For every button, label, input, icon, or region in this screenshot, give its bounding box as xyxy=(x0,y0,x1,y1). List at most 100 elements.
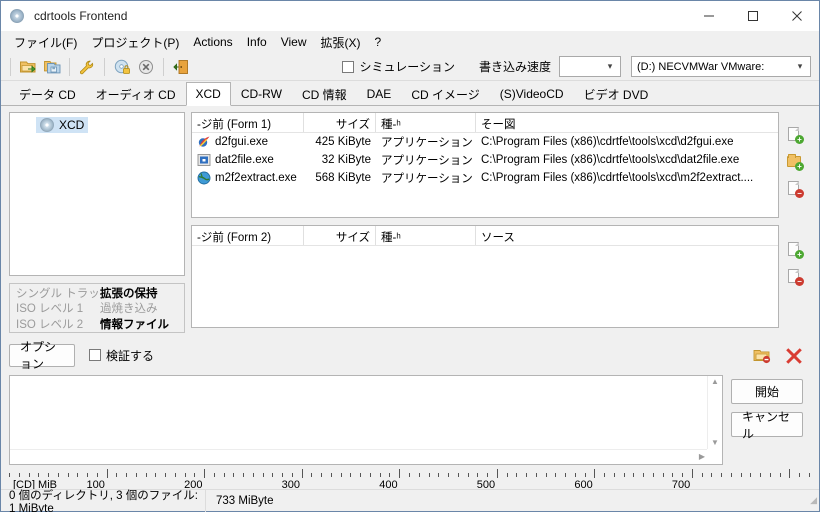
simulation-label: シミュレーション xyxy=(359,60,455,74)
tab-data-cd[interactable]: データ CD xyxy=(9,83,86,105)
resize-grip-icon[interactable]: ◢ xyxy=(810,495,817,506)
tab-audio-cd[interactable]: オーディオ CD xyxy=(86,83,186,105)
option-overburn: 過焼き込み xyxy=(100,303,158,316)
delete-button[interactable] xyxy=(785,346,803,364)
ruler-tick-minor xyxy=(213,473,215,477)
menu-file[interactable]: ファイル(F) xyxy=(7,32,84,53)
table-row[interactable]: dat2file.exe 32 KiByte アプリケーション C:\Progr… xyxy=(192,151,778,169)
wrench-tools-icon[interactable] xyxy=(75,55,99,79)
cd-lock-icon[interactable] xyxy=(110,55,134,79)
scroll-right-icon[interactable]: ▶ xyxy=(699,453,705,461)
tab-dae[interactable]: DAE xyxy=(357,83,402,105)
form1-cell-name: d2fgui.exe xyxy=(192,135,304,149)
maximize-button[interactable] xyxy=(731,1,775,31)
menu-help[interactable]: ? xyxy=(368,33,389,51)
ruler-tick-minor xyxy=(682,473,684,477)
cancel-button[interactable]: キャンセル xyxy=(731,410,803,441)
ruler-tick-minor xyxy=(223,473,225,477)
ruler-tick-minor xyxy=(438,473,440,477)
ruler-tick-minor xyxy=(135,473,137,477)
form2-header-source[interactable]: ソース xyxy=(476,226,778,245)
ruler-tick-minor xyxy=(555,473,557,477)
ruler-tick-minor xyxy=(506,473,508,477)
form1-cell-size: 568 KiByte xyxy=(315,172,371,184)
minimize-button[interactable] xyxy=(687,1,731,31)
ruler-tick-minor xyxy=(165,473,167,477)
options-summary-box: シングル トラッ ISO レベル 1 ISO レベル 2 拡張の保持 過焼き込み… xyxy=(9,283,185,333)
drive-value: (D:) NECVMWar VMware: xyxy=(637,60,765,73)
ruler-tick-minor xyxy=(262,473,264,477)
ruler-tick-major xyxy=(496,469,498,478)
menu-project[interactable]: プロジェクト(P) xyxy=(84,32,186,53)
exit-door-icon[interactable] xyxy=(169,55,193,79)
save-project-icon[interactable] xyxy=(40,55,64,79)
table-row[interactable]: d2fgui.exe 425 KiByte アプリケーション C:\Progra… xyxy=(192,133,778,151)
form1-header-source[interactable]: そー図 xyxy=(476,113,778,132)
tab-cd-info[interactable]: CD 情報 xyxy=(292,83,357,105)
remove-file-button[interactable]: − xyxy=(786,180,804,198)
tree-node-xcd[interactable]: XCD xyxy=(36,117,89,133)
options-button[interactable]: オプション xyxy=(9,340,75,371)
form2-header-size[interactable]: サイズ xyxy=(304,226,376,245)
ruler-tick-minor xyxy=(769,473,771,477)
panels-row: XCD シングル トラッ ISO レベル 1 ISO レベル 2 拡張の保持 過… xyxy=(1,106,819,333)
form1-header-name[interactable]: -ジ前 (Form 1) xyxy=(192,113,304,132)
project-tree[interactable]: XCD xyxy=(9,112,185,276)
write-speed-select[interactable]: ▾ xyxy=(559,56,621,77)
ruler-tick-minor xyxy=(652,473,654,477)
ruler-tick-major xyxy=(789,469,791,478)
remove-file-button[interactable]: − xyxy=(786,268,804,286)
add-file-button[interactable]: + xyxy=(786,126,804,144)
menu-actions[interactable]: Actions xyxy=(186,33,239,51)
log-output[interactable]: ▲ ▼ ▶ xyxy=(9,375,723,465)
form1-name-text: dat2file.exe xyxy=(215,154,274,166)
ruler-tick-minor xyxy=(418,473,420,477)
form2-header-name[interactable]: -ジ前 (Form 2) xyxy=(192,226,304,245)
option-single-track: シングル トラッ xyxy=(16,288,100,300)
start-button[interactable]: 開始 xyxy=(731,379,803,404)
form1-header-size[interactable]: サイズ xyxy=(304,113,376,132)
close-button[interactable] xyxy=(775,1,819,31)
clear-list-button[interactable] xyxy=(753,346,771,364)
menu-view[interactable]: View xyxy=(274,33,314,51)
tab-cd-rw[interactable]: CD-RW xyxy=(231,83,292,105)
simulation-checkbox[interactable] xyxy=(342,60,355,73)
ruler-ticks xyxy=(9,469,811,479)
status-files: 0 個のディレクトリ, 3 個のファイル: 1 MiByte xyxy=(1,489,206,512)
tab-video-dvd[interactable]: ビデオ DVD xyxy=(574,83,659,105)
form2-listview[interactable]: -ジ前 (Form 2) サイズ 種-ʰ ソース xyxy=(191,225,779,328)
ruler-tick-minor xyxy=(740,473,742,477)
log-horizontal-scrollbar[interactable]: ▶ xyxy=(10,449,707,464)
drive-select[interactable]: (D:) NECVMWar VMware: ▾ xyxy=(631,56,811,77)
tab-strip: データ CD オーディオ CD XCD CD-RW CD 情報 DAE CD イ… xyxy=(1,81,819,106)
scroll-down-icon[interactable]: ▼ xyxy=(711,439,719,447)
tab-xcd[interactable]: XCD xyxy=(185,82,231,106)
cd-cancel-icon[interactable] xyxy=(134,55,158,79)
ruler-tick-minor xyxy=(448,473,450,477)
verify-checkbox[interactable] xyxy=(89,349,101,361)
form1-header-type[interactable]: 種-ʰ xyxy=(376,113,476,132)
verify-checkbox-wrap[interactable]: 検証する xyxy=(89,347,154,364)
open-project-icon[interactable] xyxy=(16,55,40,79)
ruler-tick-minor xyxy=(116,473,118,477)
ruler-tick-minor xyxy=(9,473,10,477)
form2-header-type[interactable]: 種-ʰ xyxy=(376,226,476,245)
app-window: cdrtools Frontend ファイル(F) プロジェクト(P) Acti… xyxy=(0,0,820,512)
table-row[interactable]: m2f2extract.exe 568 KiByte アプリケーション C:\P… xyxy=(192,169,778,187)
tab-cd-image[interactable]: CD イメージ xyxy=(401,83,489,105)
simulation-checkbox-wrap[interactable]: シミュレーション xyxy=(342,58,455,75)
panel-gap xyxy=(191,218,811,225)
menu-bar: ファイル(F) プロジェクト(P) Actions Info View 拡張(X… xyxy=(1,31,819,53)
menu-info[interactable]: Info xyxy=(240,33,274,51)
ruler-tick-minor xyxy=(77,473,79,477)
menu-extras[interactable]: 拡張(X) xyxy=(314,32,368,53)
scroll-up-icon[interactable]: ▲ xyxy=(711,378,719,386)
toolbar-separator xyxy=(104,57,105,76)
ruler-tick-minor xyxy=(457,473,459,477)
action-bar-right xyxy=(753,346,811,364)
add-folder-button[interactable]: + xyxy=(786,153,804,171)
tab-svideocd[interactable]: (S)VideoCD xyxy=(490,83,574,105)
add-file-button[interactable]: + xyxy=(786,241,804,259)
form1-listview[interactable]: -ジ前 (Form 1) サイズ 種-ʰ そー図 d2fgui.exe 425 … xyxy=(191,112,779,218)
log-vertical-scrollbar[interactable]: ▲ ▼ xyxy=(707,376,722,449)
